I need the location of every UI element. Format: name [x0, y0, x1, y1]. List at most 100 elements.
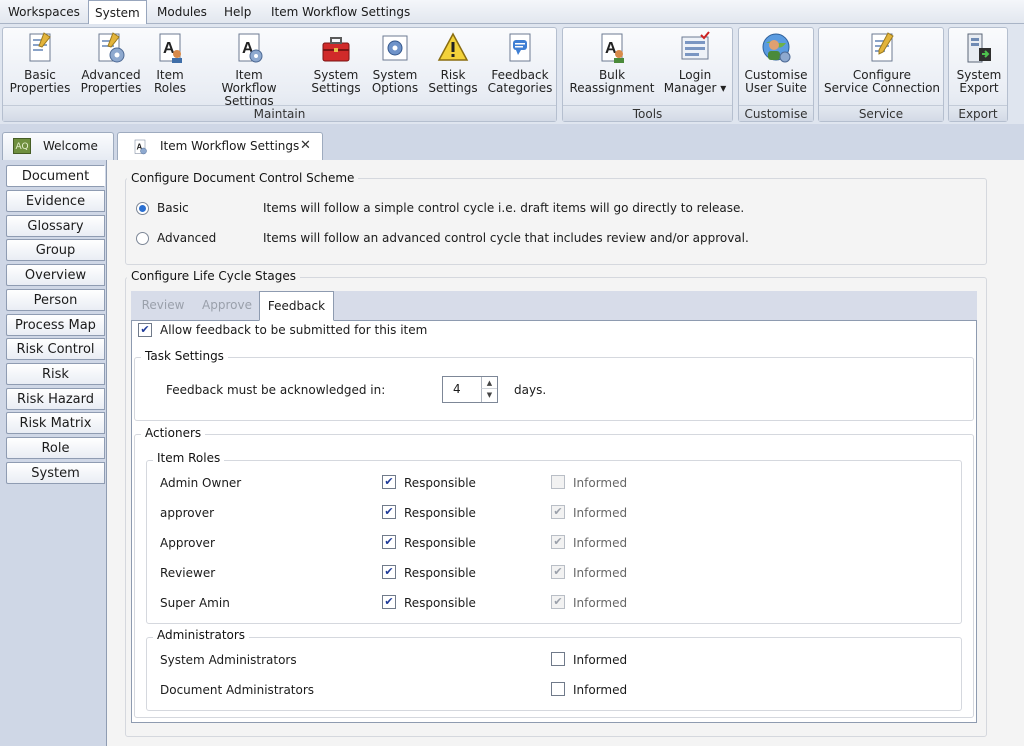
actioners-title: Actioners [141, 426, 206, 440]
nav-risk-control[interactable]: Risk Control [6, 338, 105, 360]
nav-overview[interactable]: Overview [6, 264, 105, 286]
item-roles-button[interactable]: A Item Roles [149, 31, 191, 95]
nav-group[interactable]: Group [6, 239, 105, 261]
risk-settings-button[interactable]: Risk Settings [427, 31, 479, 95]
ribbon-group-maintain: Basic Properties Advanced Properties A I… [2, 27, 557, 122]
feedback-icon [509, 33, 531, 62]
warning-icon [437, 32, 469, 61]
informed-checkbox[interactable]: ✔ [551, 595, 565, 609]
basic-radio-label: Basic [157, 201, 189, 215]
informed-checkbox[interactable] [551, 652, 565, 666]
ribbon-group-label-tools: Tools [563, 105, 732, 121]
responsible-label: Responsible [404, 566, 476, 580]
acknowledge-days-stepper[interactable]: 4 ▲ ▼ [442, 376, 498, 403]
nav-process-map[interactable]: Process Map [6, 314, 105, 336]
responsible-checkbox[interactable]: ✔ [382, 535, 396, 549]
informed-checkbox[interactable] [551, 475, 565, 489]
close-icon[interactable]: ✕ [300, 133, 311, 159]
tab-feedback[interactable]: Feedback [259, 291, 334, 321]
nav-evidence[interactable]: Evidence [6, 190, 105, 212]
role-name: Admin Owner [160, 476, 242, 490]
user-suite-icon [762, 33, 791, 63]
basic-properties-button[interactable]: Basic Properties [7, 31, 73, 95]
stepper-down-arrow-icon[interactable]: ▼ [481, 389, 497, 402]
menu-workspaces[interactable]: Workspaces [2, 0, 86, 24]
app-logo-icon: AQ [13, 138, 31, 154]
ribbon-group-label-service: Service [819, 105, 943, 121]
nav-person[interactable]: Person [6, 289, 105, 311]
main-content: Configure Document Control Scheme Basic … [106, 160, 1024, 746]
menu-help[interactable]: Help [218, 0, 257, 24]
basic-properties-label-2: Properties [9, 81, 71, 95]
customise-user-suite-button[interactable]: Customise User Suite [741, 31, 811, 95]
ribbon: Basic Properties Advanced Properties A I… [0, 24, 1024, 124]
advanced-properties-button[interactable]: Advanced Properties [77, 31, 145, 95]
item-workflow-settings-button[interactable]: A Item Workflow Settings [197, 31, 301, 108]
role-name: Reviewer [160, 566, 216, 580]
nav-risk-evaluation[interactable]: Risk Evaluation [6, 363, 105, 403]
administrators-group [146, 637, 962, 711]
nav-glossary[interactable]: Glossary [6, 215, 105, 237]
task-settings-title: Task Settings [141, 349, 228, 363]
tab-item-workflow-settings-label: Item Workflow Settings [160, 139, 300, 153]
feedback-categories-button[interactable]: Feedback Categories [485, 31, 555, 95]
document-control-scheme-group [125, 178, 987, 265]
tab-welcome[interactable]: AQ Welcome [2, 132, 114, 160]
system-export-button[interactable]: System Export [951, 31, 1007, 95]
advanced-radio-label: Advanced [157, 231, 217, 245]
responsible-label: Responsible [404, 596, 476, 610]
configure-service-connection-label-2: Service Connection [823, 81, 941, 95]
nav-risk-hazard[interactable]: Risk Hazard [6, 388, 105, 410]
nav-document[interactable]: Document [6, 165, 105, 187]
responsible-checkbox[interactable]: ✔ [382, 595, 396, 609]
days-unit-label: days. [514, 383, 547, 397]
acknowledge-label: Feedback must be acknowledged in: [166, 383, 386, 397]
informed-label: Informed [573, 476, 628, 490]
responsible-label: Responsible [404, 506, 476, 520]
tab-approve[interactable]: Approve [195, 291, 259, 320]
basic-radio[interactable] [136, 202, 149, 215]
tab-review[interactable]: Review [131, 291, 195, 320]
responsible-checkbox[interactable]: ✔ [382, 505, 396, 519]
item-workflow-settings-icon: A [238, 33, 263, 63]
responsible-checkbox[interactable]: ✔ [382, 475, 396, 489]
tab-item-workflow-settings[interactable]: A Item Workflow Settings ✕ [117, 132, 323, 161]
informed-checkbox[interactable]: ✔ [551, 565, 565, 579]
stepper-up-arrow-icon[interactable]: ▲ [481, 377, 497, 389]
menu-modules[interactable]: Modules [151, 0, 213, 24]
system-options-button[interactable]: System Options [369, 31, 421, 95]
acknowledge-days-value: 4 [453, 382, 461, 396]
administrators-title: Administrators [153, 628, 250, 642]
service-connection-icon [871, 32, 894, 62]
allow-feedback-label: Allow feedback to be submitted for this … [160, 323, 428, 337]
menu-item-workflow-settings[interactable]: Item Workflow Settings [265, 0, 416, 24]
login-manager-label-2: Manager ▾ [663, 81, 727, 95]
nav-system[interactable]: System [6, 462, 105, 484]
item-roles-title: Item Roles [153, 451, 225, 465]
informed-checkbox[interactable]: ✔ [551, 535, 565, 549]
ribbon-group-label-customise: Customise [739, 105, 813, 121]
informed-checkbox[interactable]: ✔ [551, 505, 565, 519]
life-cycle-tab-panel: Review Approve Feedback ✔ Allow feedback… [131, 291, 977, 723]
informed-checkbox[interactable] [551, 682, 565, 696]
nav-risk-matrix[interactable]: Risk Matrix [6, 412, 105, 434]
informed-label: Informed [573, 653, 628, 667]
risk-settings-label-2: Settings [428, 81, 478, 95]
responsible-checkbox[interactable]: ✔ [382, 565, 396, 579]
system-export-icon [967, 33, 991, 63]
advanced-properties-icon [98, 32, 125, 63]
advanced-description: Items will follow an advanced control cy… [263, 231, 749, 245]
allow-feedback-checkbox[interactable]: ✔ [138, 323, 152, 337]
administrator-name: System Administrators [160, 653, 297, 667]
ribbon-group-label-maintain: Maintain [3, 105, 556, 121]
nav-role[interactable]: Role [6, 437, 105, 459]
tab-welcome-label: Welcome [43, 139, 98, 153]
login-manager-button[interactable]: Login Manager ▾ [659, 31, 731, 95]
administrator-name: Document Administrators [160, 683, 315, 697]
advanced-radio[interactable] [136, 232, 149, 245]
bulk-reassignment-button[interactable]: A Bulk Reassignment [569, 31, 655, 95]
configure-service-connection-button[interactable]: Configure Service Connection [823, 31, 941, 95]
responsible-label: Responsible [404, 476, 476, 490]
system-settings-button[interactable]: System Settings [309, 31, 363, 95]
menu-system[interactable]: System [88, 0, 147, 26]
